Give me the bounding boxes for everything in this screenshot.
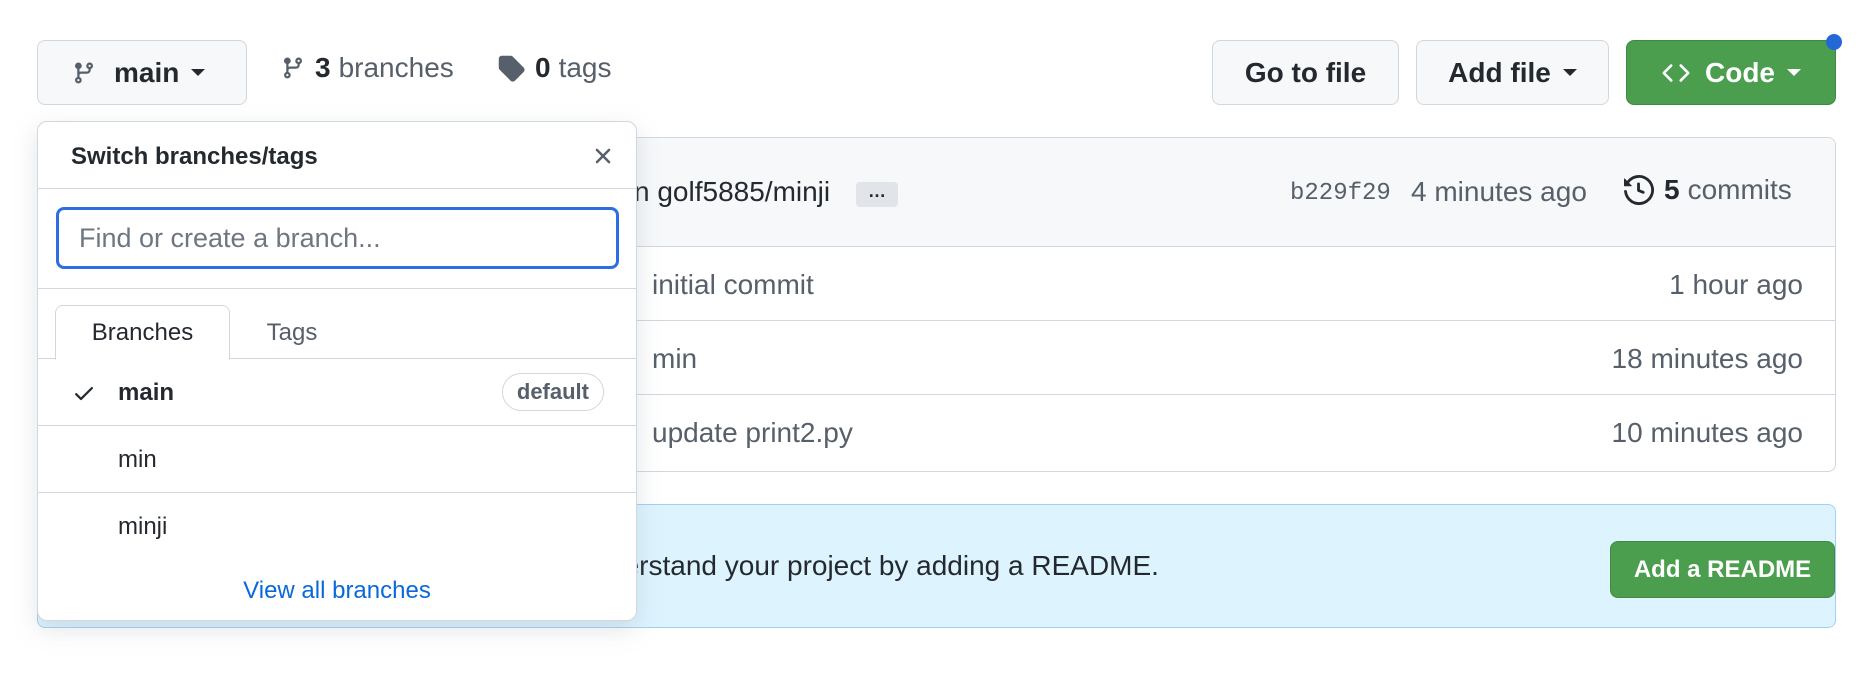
tag-icon [498, 55, 525, 82]
commits-link[interactable]: 5 commits [1624, 174, 1792, 206]
add-file-label: Add file [1448, 56, 1551, 88]
caret-down-icon [191, 69, 206, 76]
tags-link[interactable]: 0 tags [497, 52, 612, 84]
branch-search-input[interactable] [56, 207, 619, 269]
file-commit-message[interactable]: min [652, 343, 697, 375]
tab-branches[interactable]: Branches [55, 305, 230, 360]
branch-select-button[interactable]: main [37, 40, 247, 105]
add-file-button[interactable]: Add file [1416, 40, 1609, 105]
history-icon [1624, 175, 1654, 205]
view-all-branches-link[interactable]: View all branches [38, 577, 636, 605]
git-branch-icon [283, 57, 302, 79]
add-readme-button[interactable]: Add a README [1610, 541, 1835, 598]
git-branch-icon [74, 62, 93, 84]
go-to-file-label: Go to file [1244, 56, 1367, 88]
readme-banner-text: derstand your project by adding a README… [608, 550, 1159, 581]
tab-tags[interactable]: Tags [232, 305, 352, 360]
branch-search-wrap [38, 189, 636, 289]
check-icon [75, 387, 93, 401]
file-commit-time: 10 minutes ago [1611, 417, 1803, 448]
close-icon[interactable] [590, 143, 616, 169]
branch-switch-menu: Switch branches/tags Branches Tags main … [37, 121, 637, 621]
commit-time: 4 minutes ago [1411, 176, 1587, 207]
caret-down-icon [1562, 69, 1577, 76]
tags-count: 0 [535, 52, 551, 83]
commits-label: commits [1687, 174, 1792, 205]
tags-label: tags [558, 52, 612, 83]
caret-down-icon [1787, 69, 1801, 76]
menu-header: Switch branches/tags [38, 122, 636, 189]
code-label: Code [1705, 56, 1775, 88]
branch-item-label: min [118, 446, 157, 473]
branch-select-label: main [114, 56, 180, 88]
branches-label: branches [338, 52, 454, 83]
branch-item-minji[interactable]: minji [38, 493, 636, 560]
go-to-file-button[interactable]: Go to file [1212, 40, 1399, 105]
commit-message-link[interactable]: n golf5885/minji [634, 176, 830, 208]
branch-item-label: minji [118, 513, 168, 540]
branches-count: 3 [315, 52, 331, 83]
file-commit-time: 1 hour ago [1669, 269, 1803, 300]
file-commit-message[interactable]: initial commit [652, 269, 814, 301]
commit-expand-button[interactable]: … [856, 182, 898, 207]
default-badge: default [501, 373, 604, 411]
menu-tabs: Branches Tags [38, 289, 636, 360]
file-commit-message[interactable]: update print2.py [652, 417, 853, 449]
file-commit-time: 18 minutes ago [1611, 343, 1803, 374]
commits-count: 5 [1664, 174, 1680, 205]
branch-item-main[interactable]: main default [38, 359, 636, 426]
commit-hash-link[interactable]: b229f29 [1290, 180, 1391, 207]
notification-dot [1826, 34, 1842, 50]
branch-item-min[interactable]: min [38, 426, 636, 493]
menu-title: Switch branches/tags [71, 143, 318, 170]
branches-link[interactable]: 3 branches [281, 52, 454, 84]
code-button[interactable]: Code [1626, 40, 1836, 105]
branch-item-label: main [118, 379, 175, 406]
code-icon [1662, 63, 1690, 82]
